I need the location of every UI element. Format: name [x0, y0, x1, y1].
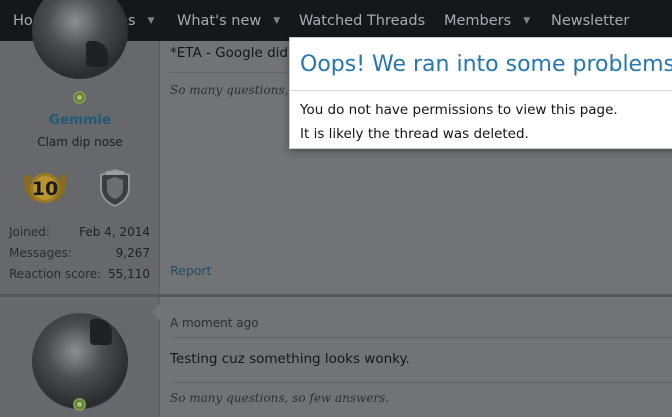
nav-newsletter-label: Newsletter	[551, 12, 630, 29]
message-body: Testing cuz something looks wonky.	[170, 351, 410, 367]
stat-label: Messages:	[9, 245, 72, 260]
message-header-divider	[170, 337, 672, 338]
trophy-points-badge-icon[interactable]: 10	[19, 168, 71, 208]
stat-row-messages: Messages: 9,267	[9, 242, 150, 263]
avatar[interactable]	[32, 0, 128, 79]
error-dialog: Oops! We ran into some problems. You do …	[289, 37, 672, 149]
stat-row-reaction-score: Reaction score: 55,110	[9, 263, 150, 284]
stat-value: Feb 4, 2014	[79, 224, 150, 239]
message-user-column: Gemmie Clam dip nose 10 Joined: Feb 4, 2…	[0, 0, 160, 295]
dialog-body: You do not have permissions to view this…	[290, 91, 672, 146]
nav-newsletter[interactable]: Newsletter	[551, 0, 629, 41]
message-user-column	[0, 297, 160, 417]
stat-value: 9,267	[115, 245, 150, 260]
dialog-header: Oops! We ran into some problems.	[290, 38, 672, 91]
message-arrow	[151, 303, 160, 321]
stat-value: 55,110	[108, 266, 150, 281]
dialog-message-line: You do not have permissions to view this…	[300, 102, 618, 118]
user-title: Clam dip nose	[37, 135, 123, 149]
dialog-message-line: It is likely the thread was deleted.	[300, 126, 529, 142]
trophy-points-value: 10	[32, 178, 58, 200]
stat-label: Joined:	[9, 224, 50, 239]
chevron-down-icon[interactable]: ▼	[148, 16, 155, 26]
message-body: *ETA - Google didn	[170, 45, 297, 61]
message-2: A moment ago Testing cuz something looks…	[0, 297, 672, 417]
signature-divider	[170, 72, 300, 73]
online-status-icon	[73, 398, 86, 411]
stat-row-joined: Joined: Feb 4, 2014	[9, 221, 150, 242]
signature: So many questions,	[170, 83, 289, 97]
dialog-title: Oops! We ran into some problems.	[300, 51, 672, 77]
online-status-icon	[73, 91, 86, 104]
nav-whats-new-label: What's new	[177, 12, 262, 29]
message-timestamp[interactable]: A moment ago	[170, 316, 259, 330]
nav-members[interactable]: Members ▼	[444, 0, 530, 41]
chevron-down-icon[interactable]: ▼	[523, 16, 530, 26]
nav-whats-new[interactable]: What's new ▼	[177, 0, 280, 41]
nav-members-label: Members	[444, 12, 512, 29]
chevron-down-icon[interactable]: ▼	[273, 16, 280, 26]
stat-label: Reaction score:	[9, 266, 102, 281]
signature: So many questions, so few answers.	[170, 391, 390, 405]
report-link[interactable]: Report	[170, 263, 211, 278]
user-stats: Joined: Feb 4, 2014 Messages: 9,267 Reac…	[9, 221, 150, 284]
nav-watched-threads[interactable]: Watched Threads	[299, 0, 425, 41]
nav-watched-threads-label: Watched Threads	[299, 12, 426, 29]
username[interactable]: Gemmie	[0, 112, 160, 128]
shield-badge-icon[interactable]	[98, 168, 132, 208]
signature-divider	[170, 382, 672, 383]
message-content: A moment ago Testing cuz something looks…	[160, 297, 672, 417]
avatar[interactable]	[32, 313, 128, 409]
